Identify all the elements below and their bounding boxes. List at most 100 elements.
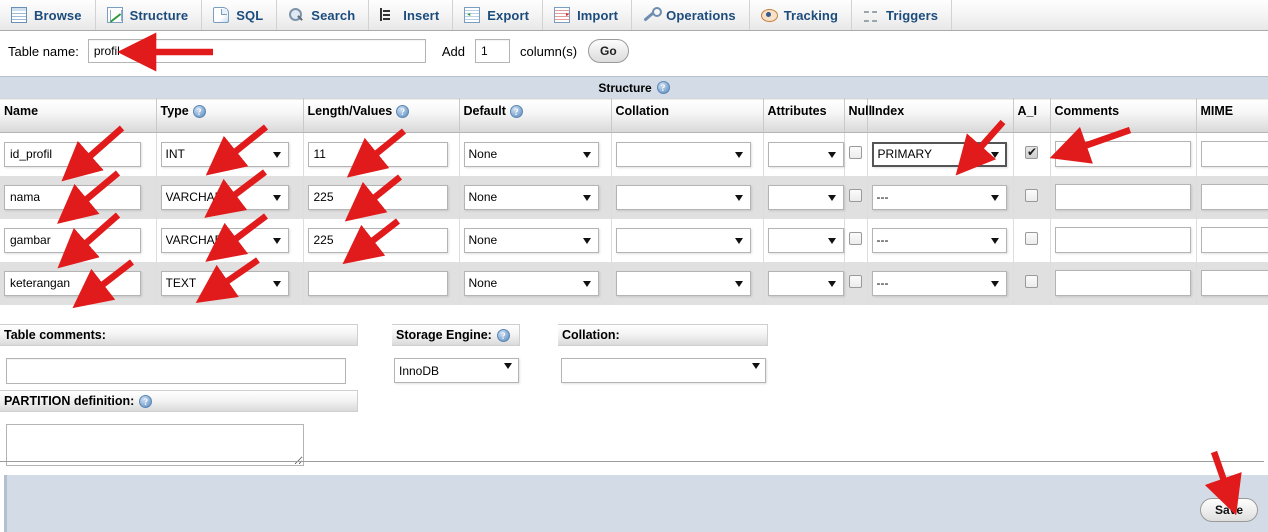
col-header-type[interactable]: Type ?: [156, 98, 304, 133]
row4-length-input[interactable]: [307, 270, 448, 296]
row2-mime-input[interactable]: [1200, 184, 1268, 210]
col-header-ai[interactable]: A_I: [1013, 98, 1051, 133]
cell-default: None: [459, 218, 612, 262]
row2-name-input[interactable]: [4, 184, 141, 210]
cell-ai: [1013, 132, 1051, 176]
table-collation-block: Collation:: [558, 324, 768, 383]
col-header-name[interactable]: Name: [0, 98, 157, 133]
row3-mime-input[interactable]: [1200, 227, 1268, 253]
cell-type: VARCHAR: [156, 175, 304, 219]
row3-comments-input[interactable]: [1054, 227, 1191, 253]
help-icon[interactable]: ?: [496, 328, 510, 342]
row3-name-input[interactable]: [4, 227, 141, 253]
row4-collation-select[interactable]: [615, 270, 751, 296]
tab-browse[interactable]: Browse: [0, 0, 96, 30]
row1-ai-checkbox[interactable]: [1025, 145, 1038, 160]
help-icon[interactable]: ?: [192, 104, 206, 118]
row2-ai-checkbox[interactable]: [1025, 189, 1038, 202]
row1-attributes-select[interactable]: [767, 141, 844, 167]
row1-length-input[interactable]: [307, 141, 448, 167]
row3-default-select[interactable]: None: [463, 227, 599, 253]
row1-default-select[interactable]: None: [463, 141, 599, 167]
row3-collation-select[interactable]: [615, 227, 751, 253]
help-icon[interactable]: ?: [139, 394, 153, 408]
add-columns-input[interactable]: [474, 39, 510, 63]
go-button[interactable]: Go: [588, 39, 629, 63]
cell-attributes: [763, 218, 845, 262]
tab-search[interactable]: Search: [277, 0, 370, 30]
row3-length-input[interactable]: [307, 227, 448, 253]
help-icon[interactable]: ?: [509, 104, 523, 118]
col-header-comments[interactable]: Comments: [1050, 98, 1197, 133]
row2-null-checkbox[interactable]: [849, 189, 862, 202]
cell-ai: [1013, 175, 1051, 219]
cell-length: [303, 218, 460, 262]
row3-ai-checkbox[interactable]: [1025, 232, 1038, 245]
col-header-attributes[interactable]: Attributes: [763, 98, 845, 133]
cell-name: [0, 132, 157, 176]
cell-ai: [1013, 261, 1051, 305]
partition-definition-textarea[interactable]: [6, 424, 304, 466]
row4-ai-checkbox[interactable]: [1025, 275, 1038, 288]
footer-action-bar: Save: [4, 475, 1268, 532]
row1-type-select[interactable]: INT: [160, 141, 289, 167]
row1-comments-input[interactable]: [1054, 141, 1191, 168]
table-comments-label: Table comments:: [4, 328, 106, 342]
row4-null-checkbox[interactable]: [849, 275, 862, 288]
tab-tracking[interactable]: Tracking: [749, 0, 853, 30]
row2-comments-input[interactable]: [1054, 184, 1191, 210]
row4-name-input[interactable]: [4, 270, 141, 296]
row2-default-select[interactable]: None: [463, 184, 599, 210]
import-icon: [554, 7, 571, 23]
row2-collation-select[interactable]: [615, 184, 751, 210]
row3-type-select[interactable]: VARCHAR: [160, 227, 289, 253]
row2-attributes-select[interactable]: [767, 184, 844, 210]
tab-sql[interactable]: SQL: [202, 0, 278, 30]
row1-name-input[interactable]: [4, 141, 141, 167]
table-comments-header: Table comments:: [0, 324, 358, 346]
row4-mime-input[interactable]: [1200, 270, 1268, 296]
storage-engine-select[interactable]: InnoDB: [394, 358, 519, 383]
tab-insert[interactable]: Insert: [369, 0, 454, 30]
row4-index-select[interactable]: ---: [871, 270, 1007, 296]
row1-mime-input[interactable]: [1200, 141, 1268, 168]
table-name-input[interactable]: [87, 39, 426, 63]
col-header-default[interactable]: Default ?: [459, 98, 612, 133]
row2-index-select[interactable]: ---: [871, 184, 1007, 210]
row3-attributes-select[interactable]: [767, 227, 844, 253]
row3-index-select[interactable]: ---: [871, 227, 1007, 253]
col-header-default-label: Default: [463, 104, 506, 118]
insert-icon: [380, 7, 396, 23]
row1-null-checkbox[interactable]: [849, 146, 862, 160]
table-collation-select[interactable]: [561, 358, 766, 383]
row3-null-checkbox[interactable]: [849, 232, 862, 245]
tab-triggers[interactable]: Triggers: [852, 0, 953, 30]
tab-operations[interactable]: Operations: [632, 0, 750, 30]
row1-collation-select[interactable]: [615, 141, 751, 167]
col-header-mime[interactable]: MIME: [1196, 98, 1268, 133]
cell-index: ---: [867, 218, 1014, 262]
row4-attributes-select[interactable]: [767, 270, 844, 296]
col-header-length[interactable]: Length/Values ?: [303, 98, 460, 133]
cell-index: ---: [867, 261, 1014, 305]
structure-panel: Structure ? Name Type ? Length/Values ?: [0, 76, 1268, 305]
wrench-icon: [643, 7, 663, 23]
row1-index-select[interactable]: PRIMARY: [871, 141, 1007, 167]
tab-import[interactable]: Import: [543, 0, 633, 30]
tab-structure[interactable]: Structure: [95, 0, 203, 30]
help-icon[interactable]: ?: [656, 81, 670, 94]
cell-name: [0, 175, 157, 219]
row2-length-input[interactable]: [307, 184, 448, 210]
col-header-null[interactable]: Null: [844, 98, 872, 133]
row2-type-select[interactable]: VARCHAR: [160, 184, 289, 210]
col-header-collation[interactable]: Collation: [611, 98, 764, 133]
help-icon[interactable]: ?: [396, 104, 410, 118]
col-header-index[interactable]: Index: [867, 98, 1014, 133]
row4-type-select[interactable]: TEXT: [160, 270, 289, 296]
row4-default-select[interactable]: None: [463, 270, 599, 296]
save-button[interactable]: Save: [1199, 498, 1258, 522]
tab-export[interactable]: Export: [453, 0, 544, 30]
row4-comments-input[interactable]: [1054, 270, 1191, 296]
cell-null: [844, 175, 868, 219]
table-comments-input[interactable]: [6, 358, 346, 384]
